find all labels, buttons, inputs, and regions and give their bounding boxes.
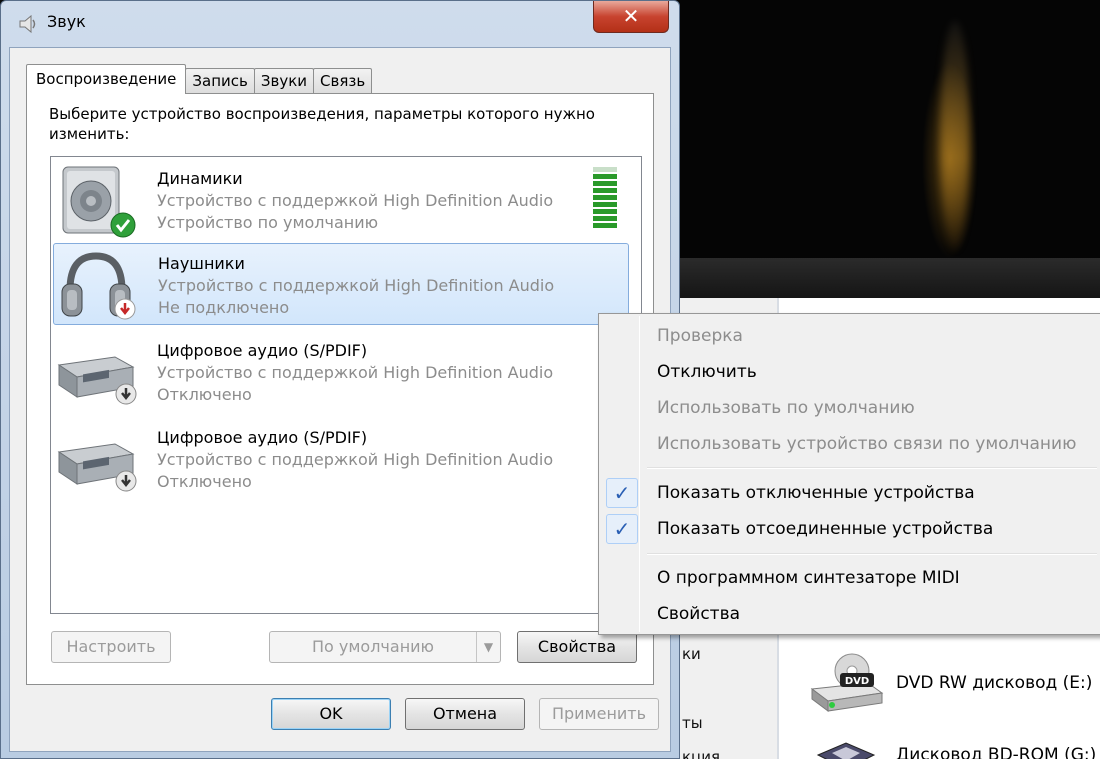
sound-dialog: Звук ✕ Воспроизведение Запись Звуки Связ… bbox=[0, 0, 680, 759]
close-icon: ✕ bbox=[622, 4, 640, 28]
volume-level-meter bbox=[593, 167, 617, 233]
device-item-spdif-2[interactable]: Цифровое аудио (S/PDIF) Устройство с под… bbox=[53, 418, 629, 500]
speaker-app-icon bbox=[17, 13, 39, 35]
level-meter-segment bbox=[593, 188, 617, 193]
context-menu: Проверка Отключить Использовать по умолч… bbox=[598, 313, 1100, 635]
device-item-spdif-1[interactable]: Цифровое аудио (S/PDIF) Устройство с под… bbox=[53, 331, 629, 413]
close-button[interactable]: ✕ bbox=[593, 1, 669, 33]
device-name: Цифровое аудио (S/PDIF) bbox=[157, 428, 368, 447]
menu-item-set-default[interactable]: Использовать по умолчанию bbox=[602, 391, 1100, 425]
device-item-headphones[interactable]: Наушники Устройство с поддержкой High De… bbox=[53, 243, 629, 325]
instruction-text: Выберите устройство воспроизведения, пар… bbox=[49, 105, 595, 143]
menu-item-set-default-communication[interactable]: Использовать устройство связи по умолчан… bbox=[602, 427, 1100, 461]
menu-item-label: Показать отсоединенные устройства bbox=[657, 519, 994, 539]
level-meter-segment bbox=[593, 216, 617, 221]
dialog-client-area: Воспроизведение Запись Звуки Связь Выбер… bbox=[9, 47, 671, 752]
menu-item-show-disconnected[interactable]: ✓ Показать отсоединенные устройства bbox=[602, 512, 1100, 546]
unplugged-status-icon bbox=[114, 298, 136, 320]
drive-item-dvd[interactable]: DVD DVD RW дисковод (E:) bbox=[808, 653, 1093, 712]
device-status: Отключено bbox=[157, 472, 252, 491]
device-list[interactable]: Динамики Устройство с поддержкой High De… bbox=[50, 156, 642, 614]
cancel-button[interactable]: Отмена bbox=[405, 698, 525, 730]
menu-separator bbox=[647, 553, 1097, 555]
tab-recording[interactable]: Запись bbox=[185, 68, 255, 94]
level-meter-segment bbox=[593, 167, 617, 172]
menu-item-test[interactable]: Проверка bbox=[602, 319, 1100, 353]
menu-item-properties[interactable]: Свойства bbox=[602, 597, 1100, 631]
device-description: Устройство с поддержкой High Definition … bbox=[157, 363, 554, 382]
level-meter-segment bbox=[593, 223, 617, 228]
menu-item-label: О программном синтезаторе MIDI bbox=[657, 568, 960, 588]
chevron-down-icon[interactable]: ▼ bbox=[476, 632, 500, 662]
device-name: Наушники bbox=[158, 254, 245, 273]
device-item-speakers[interactable]: Динамики Устройство с поддержкой High De… bbox=[53, 159, 629, 241]
level-meter-segment bbox=[593, 202, 617, 207]
device-status: Не подключено bbox=[158, 298, 290, 317]
menu-separator bbox=[647, 467, 1097, 469]
device-name: Цифровое аудио (S/PDIF) bbox=[157, 341, 368, 360]
disabled-status-icon bbox=[115, 470, 137, 492]
menu-item-midi-synth[interactable]: О программном синтезаторе MIDI bbox=[602, 561, 1100, 595]
dvd-logo-text: DVD bbox=[845, 676, 869, 687]
device-description: Устройство с поддержкой High Definition … bbox=[157, 450, 554, 469]
checkmark-icon: ✓ bbox=[606, 478, 638, 508]
set-default-label: По умолчанию bbox=[311, 637, 435, 656]
menu-item-disable[interactable]: Отключить bbox=[602, 355, 1100, 389]
tab-communications[interactable]: Связь bbox=[313, 68, 373, 94]
device-description: Устройство с поддержкой High Definition … bbox=[158, 276, 555, 295]
menu-item-label: Отключить bbox=[657, 362, 757, 382]
drive-label: DVD RW дисковод (E:) bbox=[896, 673, 1093, 693]
explorer-toolbar bbox=[660, 258, 1100, 298]
device-status: Устройство по умолчанию bbox=[157, 213, 379, 232]
menu-item-label: Свойства bbox=[657, 604, 741, 624]
playback-tab-page: Выберите устройство воспроизведения, пар… bbox=[26, 93, 654, 685]
level-meter-segment bbox=[593, 209, 617, 214]
dvd-drive-icon: DVD bbox=[808, 653, 884, 713]
menu-item-label: Показать отключенные устройства bbox=[657, 483, 975, 503]
checkmark-icon: ✓ bbox=[606, 514, 638, 544]
explorer-nav-fragment[interactable]: ты bbox=[682, 714, 703, 732]
title-bar[interactable]: Звук ✕ bbox=[1, 1, 679, 47]
level-meter-segment bbox=[593, 195, 617, 200]
drive-item-bd[interactable]: Дисковод BD-ROM (G:) bbox=[808, 730, 1096, 759]
menu-item-label: Использовать по умолчанию bbox=[657, 398, 915, 418]
default-device-check-icon bbox=[110, 212, 136, 238]
explorer-nav-fragment[interactable]: кция bbox=[682, 748, 720, 759]
menu-item-show-disabled[interactable]: ✓ Показать отключенные устройства bbox=[602, 476, 1100, 510]
properties-button[interactable]: Свойства bbox=[517, 631, 637, 663]
device-description: Устройство с поддержкой High Definition … bbox=[157, 191, 554, 210]
wallpaper-smoke bbox=[940, 20, 970, 250]
configure-button[interactable]: Настроить bbox=[51, 631, 171, 663]
bd-drive-icon bbox=[808, 735, 884, 759]
drive-label: Дисковод BD-ROM (G:) bbox=[896, 745, 1097, 759]
set-default-split-button[interactable]: По умолчанию ▼ bbox=[269, 631, 501, 663]
window-title: Звук bbox=[47, 12, 86, 31]
menu-item-label: Проверка bbox=[657, 326, 743, 346]
level-meter-segment bbox=[593, 181, 617, 186]
apply-button[interactable]: Применить bbox=[539, 698, 659, 730]
menu-item-label: Использовать устройство связи по умолчан… bbox=[657, 434, 1077, 454]
tab-sounds[interactable]: Звуки bbox=[253, 68, 315, 94]
ok-button[interactable]: OK bbox=[271, 698, 391, 730]
disabled-status-icon bbox=[115, 383, 137, 405]
desktop-wallpaper bbox=[660, 0, 1100, 260]
device-name: Динамики bbox=[157, 169, 243, 188]
device-status: Отключено bbox=[157, 385, 252, 404]
explorer-nav-fragment[interactable]: ки bbox=[682, 645, 701, 663]
tab-playback[interactable]: Воспроизведение bbox=[26, 64, 187, 94]
tab-strip: Воспроизведение Запись Звуки Связь bbox=[26, 64, 373, 94]
level-meter-segment bbox=[593, 174, 617, 179]
